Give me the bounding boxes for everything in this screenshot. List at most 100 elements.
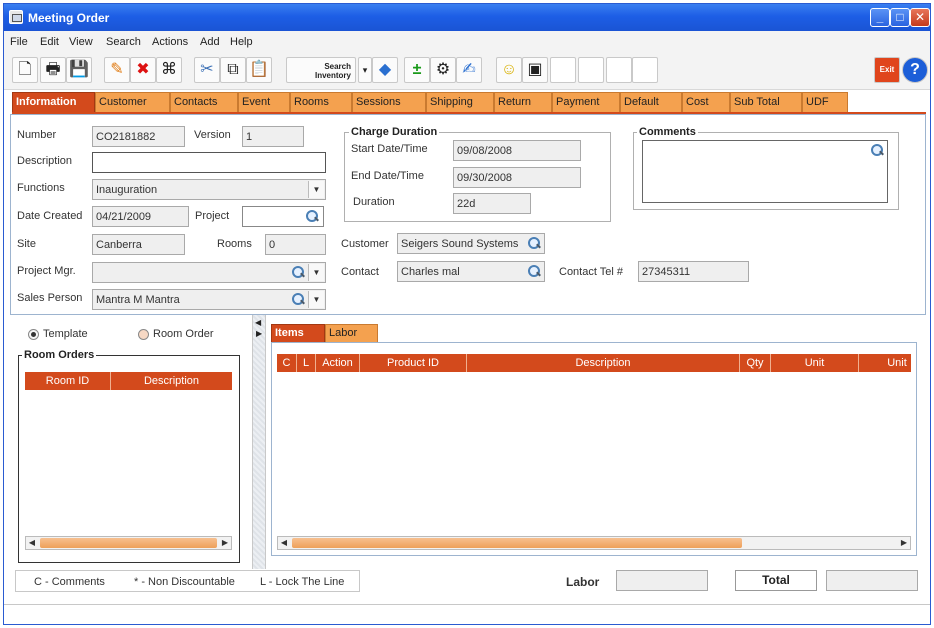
column-room-id[interactable]: Room ID	[25, 375, 110, 387]
column-c[interactable]: C	[277, 357, 296, 369]
menu-actions[interactable]: Actions	[152, 36, 188, 48]
tab-payment[interactable]: Payment	[552, 92, 620, 112]
contact-tel-label: Contact Tel #	[559, 266, 624, 278]
site-field[interactable]: Canberra	[92, 234, 185, 255]
tab-default[interactable]: Default	[620, 92, 682, 112]
scroll-left-icon[interactable]: ◀	[278, 537, 290, 549]
contact-tel-field[interactable]: 27345311	[638, 261, 749, 282]
cut-icon[interactable]: ✂	[194, 57, 220, 83]
chevron-down-icon[interactable]: ▼	[308, 264, 324, 281]
comments-textarea[interactable]	[642, 140, 888, 203]
contact-field[interactable]: Charles mal	[397, 261, 545, 282]
start-datetime-field[interactable]: 09/08/2008	[453, 140, 581, 161]
tab-udf[interactable]: UDF	[802, 92, 848, 112]
customer-field[interactable]: Seigers Sound Systems	[397, 233, 545, 254]
paste-icon[interactable]: 📋	[246, 57, 272, 83]
duration-field[interactable]: 22d	[453, 193, 531, 214]
help-icon[interactable]: ?	[902, 57, 928, 83]
room-orders-scrollbar[interactable]: ◀ ▶	[25, 536, 232, 550]
column-qty[interactable]: Qty	[740, 357, 770, 369]
tab-customer[interactable]: Customer	[95, 92, 170, 112]
search-icon[interactable]	[527, 236, 541, 250]
edit-pencil-icon[interactable]: ✎	[104, 57, 130, 83]
search-inventory-dropdown-icon[interactable]: ▾	[358, 57, 372, 83]
search-icon[interactable]	[527, 264, 541, 278]
tab-labor[interactable]: Labor	[325, 324, 378, 342]
tab-contacts[interactable]: Contacts	[170, 92, 238, 112]
chevron-down-icon[interactable]: ▼	[308, 181, 324, 198]
toolbar-empty-slot[interactable]	[550, 57, 576, 83]
tab-shipping[interactable]: Shipping	[426, 92, 494, 112]
column-product-id[interactable]: Product ID	[360, 357, 466, 369]
expand-right-icon[interactable]: ▶	[256, 329, 262, 338]
menu-search[interactable]: Search	[106, 36, 141, 48]
room-order-radio[interactable]	[138, 329, 149, 340]
collapse-left-icon[interactable]: ◀	[255, 318, 261, 327]
scroll-right-icon[interactable]: ▶	[898, 537, 910, 549]
scroll-left-icon[interactable]: ◀	[26, 537, 38, 549]
chevron-down-icon[interactable]: ▼	[308, 291, 324, 308]
tab-information[interactable]: Information	[12, 92, 95, 112]
tab-rooms[interactable]: Rooms	[290, 92, 352, 112]
close-button[interactable]: ✕	[910, 8, 930, 27]
search-icon[interactable]	[291, 292, 305, 306]
project-input[interactable]	[242, 206, 324, 227]
exit-button[interactable]: Exit	[874, 57, 900, 83]
shapes-icon[interactable]: ◆	[372, 57, 398, 83]
title-bar[interactable]: Meeting Order _ □ ✕	[4, 4, 930, 31]
column-action[interactable]: Action	[316, 357, 359, 369]
search-icon[interactable]	[291, 265, 305, 279]
menu-view[interactable]: View	[69, 36, 93, 48]
minimize-button[interactable]: _	[870, 8, 890, 27]
tab-items[interactable]: Items	[271, 324, 325, 342]
column-unit[interactable]: Unit	[771, 357, 858, 369]
column-description[interactable]: Description	[111, 375, 232, 387]
smiley-icon[interactable]: ☺	[496, 57, 522, 83]
version-field[interactable]: 1	[242, 126, 304, 147]
functions-select[interactable]: Inauguration ▼	[92, 179, 326, 200]
add-line-icon[interactable]: ±	[404, 57, 430, 83]
toolbar-empty-slot[interactable]	[606, 57, 632, 83]
binoculars-icon[interactable]: ⌘	[156, 57, 182, 83]
tab-cost[interactable]: Cost	[682, 92, 730, 112]
description-input[interactable]	[92, 152, 326, 173]
delete-icon[interactable]: ✖	[130, 57, 156, 83]
rooms-field[interactable]: 0	[265, 234, 326, 255]
menu-help[interactable]: Help	[230, 36, 253, 48]
sales-person-select[interactable]: Mantra M Mantra ▼	[92, 289, 326, 310]
number-field[interactable]: CO2181882	[92, 126, 185, 147]
tab-event[interactable]: Event	[238, 92, 290, 112]
scroll-thumb[interactable]	[40, 538, 217, 548]
group-icon[interactable]: ⚙	[430, 57, 456, 83]
date-created-field[interactable]: 04/21/2009	[92, 206, 189, 227]
maximize-button[interactable]: □	[890, 8, 910, 27]
copy-icon[interactable]: ⧉	[220, 57, 246, 83]
template-radio[interactable]	[28, 329, 39, 340]
items-scrollbar[interactable]: ◀ ▶	[277, 536, 911, 550]
panel-splitter[interactable]: ◀ ▶	[252, 315, 266, 569]
notes-icon[interactable]: ✍	[456, 57, 482, 83]
tab-sub-total[interactable]: Sub Total	[730, 92, 802, 112]
tab-return[interactable]: Return	[494, 92, 552, 112]
column-l[interactable]: L	[297, 357, 315, 369]
new-icon[interactable]: 🗋	[12, 57, 38, 83]
end-datetime-field[interactable]: 09/30/2008	[453, 167, 581, 188]
customer-label: Customer	[341, 238, 389, 250]
search-inventory-button[interactable]: Search Inventory	[286, 57, 356, 83]
save-icon[interactable]: 💾	[66, 57, 92, 83]
search-icon[interactable]	[305, 209, 319, 223]
scroll-right-icon[interactable]: ▶	[219, 537, 231, 549]
package-icon[interactable]: ▣	[522, 57, 548, 83]
menu-file[interactable]: File	[10, 36, 28, 48]
menu-add[interactable]: Add	[200, 36, 220, 48]
print-icon[interactable]: 🖶	[40, 57, 66, 83]
toolbar-empty-slot[interactable]	[578, 57, 604, 83]
project-mgr-select[interactable]: ▼	[92, 262, 326, 283]
scroll-thumb[interactable]	[292, 538, 742, 548]
menu-edit[interactable]: Edit	[40, 36, 59, 48]
tab-sessions[interactable]: Sessions	[352, 92, 426, 112]
toolbar-empty-slot[interactable]	[632, 57, 658, 83]
search-icon[interactable]	[870, 143, 884, 157]
column-description[interactable]: Description	[467, 357, 739, 369]
column-unit-2[interactable]: Unit	[877, 357, 917, 369]
